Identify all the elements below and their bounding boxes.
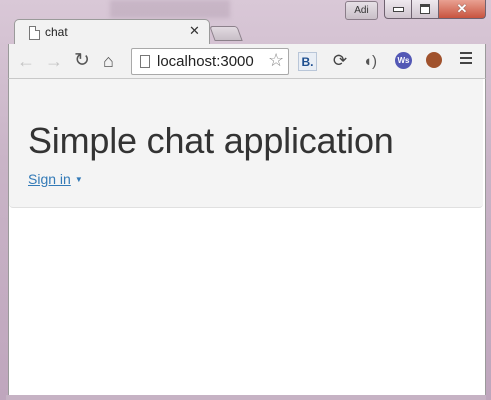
audio-icon[interactable]: ◖): [361, 52, 379, 70]
tab-title: chat: [45, 25, 68, 39]
address-bar[interactable]: localhost:3000 ☆: [131, 48, 289, 75]
b-extension-icon[interactable]: B.: [298, 52, 317, 71]
window-controls: ✕: [384, 0, 486, 19]
sign-in-link[interactable]: Sign in ▼: [28, 171, 83, 187]
reload-icon[interactable]: ↻: [74, 51, 90, 71]
star-icon[interactable]: ☆: [268, 50, 284, 71]
close-window-button[interactable]: ✕: [439, 0, 486, 19]
caret-down-icon: ▼: [74, 175, 83, 184]
maximize-icon: [420, 4, 430, 14]
browser-toolbar: ← → ↻ ⌂ localhost:3000 ☆ B. ⟳ ◖) Ws: [8, 44, 486, 78]
close-icon: ✕: [456, 1, 468, 16]
tab-close-icon[interactable]: ✕: [189, 23, 200, 39]
page-icon: [140, 55, 150, 68]
ws-extension-icon[interactable]: Ws: [395, 52, 412, 69]
address-text[interactable]: localhost:3000: [157, 53, 254, 70]
page-title: Simple chat application: [28, 120, 394, 161]
minimize-icon: [392, 6, 404, 12]
basketball-icon[interactable]: [426, 52, 442, 68]
maximize-button[interactable]: [412, 0, 439, 19]
page-viewport: Simple chat application Sign in ▼: [8, 78, 486, 396]
minimize-button[interactable]: [384, 0, 412, 19]
home-icon[interactable]: ⌂: [103, 51, 114, 71]
menu-icon[interactable]: [460, 52, 472, 67]
profile-button[interactable]: Adi: [345, 1, 378, 20]
sync-icon[interactable]: ⟳: [331, 51, 349, 70]
tab-chat[interactable]: chat ✕: [14, 19, 210, 45]
page-icon: [29, 26, 40, 40]
sign-in-label: Sign in: [28, 171, 71, 187]
forward-icon[interactable]: →: [45, 51, 63, 71]
back-icon[interactable]: ←: [17, 51, 35, 71]
window-bottom-edge: [6, 395, 486, 400]
new-tab-button[interactable]: [209, 26, 243, 41]
jumbotron: Simple chat application Sign in ▼: [9, 79, 483, 208]
